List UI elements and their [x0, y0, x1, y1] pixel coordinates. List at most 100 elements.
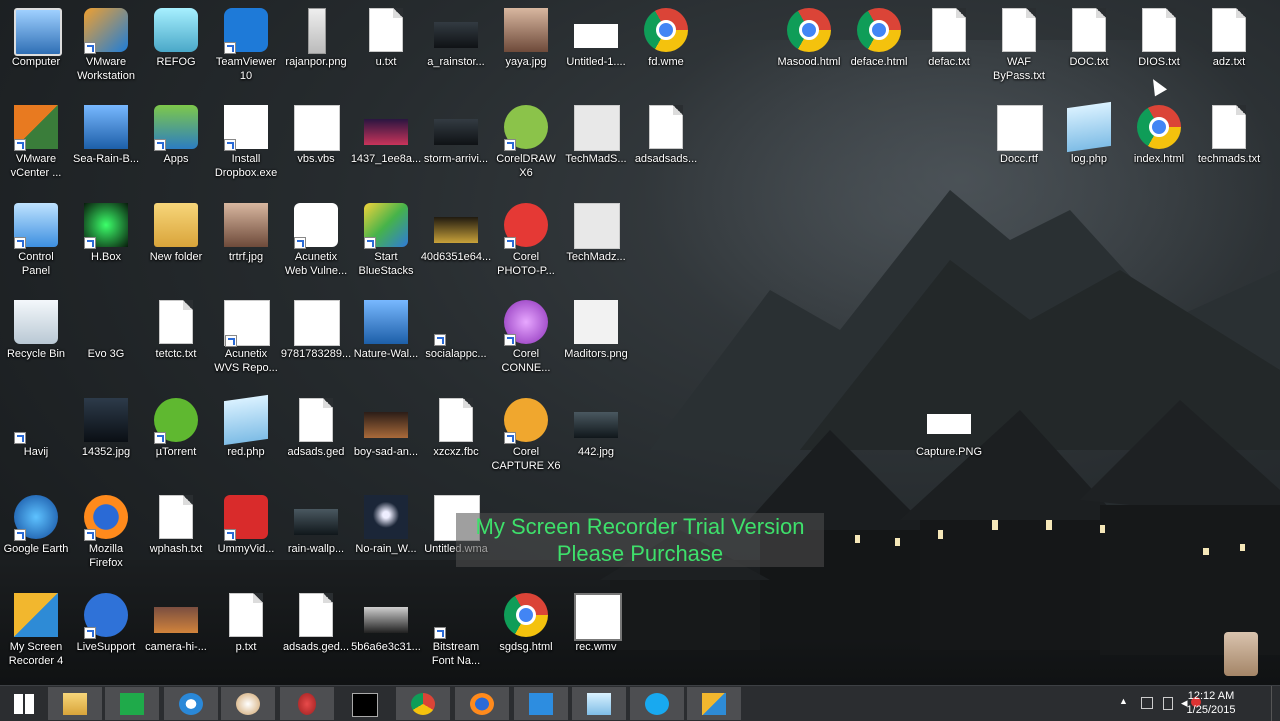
desktop-icon-fd-wme[interactable]: fd.wme: [630, 0, 702, 96]
desktop-icon-capture-png[interactable]: Capture.PNG: [913, 390, 985, 486]
desktop-icon-deface-html[interactable]: deface.html: [843, 0, 915, 96]
desktop-icon-docc-rtf[interactable]: Docc.rtf: [983, 97, 1055, 193]
desktop-icon-vmware-vcenter[interactable]: VMware vCenter ...: [0, 97, 72, 193]
taskbar-paint-button[interactable]: [221, 687, 275, 720]
desktop-icon-corel-capture[interactable]: Corel CAPTURE X6: [490, 390, 562, 486]
desktop-icon-corel-photo-paint[interactable]: Corel PHOTO-P...: [490, 195, 562, 291]
taskbar-skype-button[interactable]: [630, 687, 684, 720]
show-hidden-icons-chevron-icon[interactable]: ▲: [1119, 696, 1128, 706]
desktop-icon-wphash-txt[interactable]: wphash.txt: [140, 487, 212, 583]
desktop-icon-acunetix-wvs[interactable]: Acunetix WVS Repo...: [210, 292, 282, 388]
desktop-icon-red-php[interactable]: red.php: [210, 390, 282, 486]
desktop-icon-new-folder[interactable]: New folder: [140, 195, 212, 291]
desktop-icon-mozilla-firefox[interactable]: Mozilla Firefox: [70, 487, 142, 583]
taskbar-firefox-button[interactable]: [455, 687, 509, 720]
taskbar-clock[interactable]: 12:12 AM 1/25/2015: [1176, 689, 1246, 717]
show-desktop-button[interactable]: [1271, 686, 1280, 721]
desktop-icon-livesupport[interactable]: LiveSupport: [70, 585, 142, 681]
network-icon[interactable]: [1141, 697, 1153, 709]
taskbar-my-screen-recorder-button[interactable]: [687, 687, 741, 720]
desktop-icon-computer[interactable]: Computer: [0, 0, 72, 96]
desktop-icon-teamviewer[interactable]: TeamViewer 10: [210, 0, 282, 96]
battery-icon[interactable]: [1163, 697, 1173, 710]
desktop-icon-40d6351e64[interactable]: 40d6351e64...: [420, 195, 492, 291]
desktop-icon-label: LiveSupport: [76, 641, 136, 653]
desktop-icon-index-html[interactable]: index.html: [1123, 97, 1195, 193]
desktop-icon-camera-hi[interactable]: camera-hi-...: [140, 585, 212, 681]
desktop-icon-defac-txt[interactable]: defac.txt: [913, 0, 985, 96]
desktop-icon-5b6a6e3c31[interactable]: 5b6a6e3c31...: [350, 585, 422, 681]
desktop-icon-label: Acunetix Web Vulne...: [284, 251, 348, 277]
desktop-icon-adz-txt[interactable]: adz.txt: [1193, 0, 1265, 96]
desktop-icon-tetctc-txt[interactable]: tetctc.txt: [140, 292, 212, 388]
desktop-icon-vmware-workstation[interactable]: VMware Workstation: [70, 0, 142, 96]
desktop-icon-label: Corel CAPTURE X6: [491, 446, 561, 472]
desktop-icon-techmads-txt[interactable]: techmads.txt: [1193, 97, 1265, 193]
taskbar-file-explorer-button[interactable]: [48, 687, 102, 720]
desktop-icon-storm-arriving[interactable]: storm-arrivi...: [420, 97, 492, 193]
desktop-icon-coreldraw[interactable]: CorelDRAW X6: [490, 97, 562, 193]
desktop-icon-acunetix-web[interactable]: Acunetix Web Vulne...: [280, 195, 352, 291]
desktop-icon-rec-wmv[interactable]: rec.wmv: [560, 585, 632, 681]
desktop-icon-adsads-ged-2[interactable]: adsads.ged...: [280, 585, 352, 681]
desktop-icon-doc-txt[interactable]: DOC.txt: [1053, 0, 1125, 96]
desktop-icon-9781783289[interactable]: 9781783289...: [280, 292, 352, 388]
desktop-icon-sea-rain[interactable]: Sea-Rain-B...: [70, 97, 142, 193]
desktop-icon-adsads-ged[interactable]: adsads.ged: [280, 390, 352, 486]
desktop-icon-waf-bypass-txt[interactable]: WAF ByPass.txt: [983, 0, 1055, 96]
desktop-icon-utorrent[interactable]: µTorrent: [140, 390, 212, 486]
desktop-icon-evo-3g[interactable]: Evo 3G: [70, 292, 142, 388]
desktop-icon-442-jpg[interactable]: 442.jpg: [560, 390, 632, 486]
sunset-icon: [364, 119, 408, 145]
desktop-icon-start-bluestacks[interactable]: Start BlueStacks: [350, 195, 422, 291]
desktop-icon-xzcxz-fbc[interactable]: xzcxz.fbc: [420, 390, 492, 486]
desktop-icon-masood-html[interactable]: Masood.html: [773, 0, 845, 96]
desktop-icon-adsadsads-1[interactable]: adsadsads...: [630, 97, 702, 193]
desktop-icon-no-rain[interactable]: No-rain_W...: [350, 487, 422, 583]
desktop-icon-control-panel[interactable]: Control Panel: [0, 195, 72, 291]
desktop-icon-hbox[interactable]: H.Box: [70, 195, 142, 291]
desktop-icon-techmadz[interactable]: TechMadz...: [560, 195, 632, 291]
desktop-icon-havij[interactable]: Havij: [0, 390, 72, 486]
desktop-icon-socialapp[interactable]: socialappc...: [420, 292, 492, 388]
desktop-icon-rajanpor-png[interactable]: rajanpor.png: [280, 0, 352, 96]
taskbar-store-button[interactable]: [105, 687, 159, 720]
desktop-icon-trtrf-jpg[interactable]: trtrf.jpg: [210, 195, 282, 291]
desktop-icon-my-screen-recorder[interactable]: My Screen Recorder 4: [0, 585, 72, 681]
desktop-icon-1437-img[interactable]: 1437_1ee8a...: [350, 97, 422, 193]
hbox-icon: [84, 203, 128, 249]
desktop-icon-log-php[interactable]: log.php: [1053, 97, 1125, 193]
desktop-icon-vbs-vbs[interactable]: vbs.vbs: [280, 97, 352, 193]
doc-icon: [932, 8, 966, 52]
taskbar-chrome-button[interactable]: [396, 687, 450, 720]
desktop-icon-p-txt[interactable]: p.txt: [210, 585, 282, 681]
desktop-icon-maditors-png[interactable]: Maditors.png: [560, 292, 632, 388]
desktop-icon-refog[interactable]: REFOG: [140, 0, 212, 96]
desktop-icon-yaya-jpg[interactable]: yaya.jpg: [490, 0, 562, 96]
taskbar-internet-explorer-button[interactable]: [164, 687, 218, 720]
taskbar-start-button[interactable]: [0, 687, 46, 720]
assistant-avatar[interactable]: [1224, 632, 1258, 676]
desktop-icon-recycle-bin[interactable]: Recycle Bin: [0, 292, 72, 388]
taskbar-snipping-tool-button[interactable]: [280, 687, 334, 720]
desktop-icon-corel-connect[interactable]: Corel CONNE...: [490, 292, 562, 388]
scissors-icon: [298, 693, 316, 715]
taskbar-notepad-button[interactable]: [572, 687, 626, 720]
desktop-icon-label: Recycle Bin: [6, 348, 66, 360]
desktop-icon-techmads-s[interactable]: TechMadS...: [560, 97, 632, 193]
desktop-icon-ummyvideo[interactable]: UmmyVid...: [210, 487, 282, 583]
taskbar-dropbox-button[interactable]: [514, 687, 568, 720]
desktop-icon-google-earth[interactable]: Google Earth: [0, 487, 72, 583]
desktop-icon-nature-wal[interactable]: Nature-Wal...: [350, 292, 422, 388]
desktop-icon-sgdsg-html[interactable]: sgdsg.html: [490, 585, 562, 681]
desktop-icon-install-dropbox[interactable]: Install Dropbox.exe: [210, 97, 282, 193]
desktop-icon-a-rainstorm[interactable]: a_rainstor...: [420, 0, 492, 96]
desktop-icon-14352-jpg[interactable]: 14352.jpg: [70, 390, 142, 486]
taskbar-command-prompt-button[interactable]: [337, 687, 391, 720]
desktop-icon-rain-wallp[interactable]: rain-wallp...: [280, 487, 352, 583]
desktop-icon-apps[interactable]: Apps: [140, 97, 212, 193]
desktop-icon-boy-sad[interactable]: boy-sad-an...: [350, 390, 422, 486]
desktop-icon-u-txt[interactable]: u.txt: [350, 0, 422, 96]
desktop-icon-untitled-1[interactable]: Untitled-1....: [560, 0, 632, 96]
desktop-icon-bitstream-font[interactable]: Bitstream Font Na...: [420, 585, 492, 681]
